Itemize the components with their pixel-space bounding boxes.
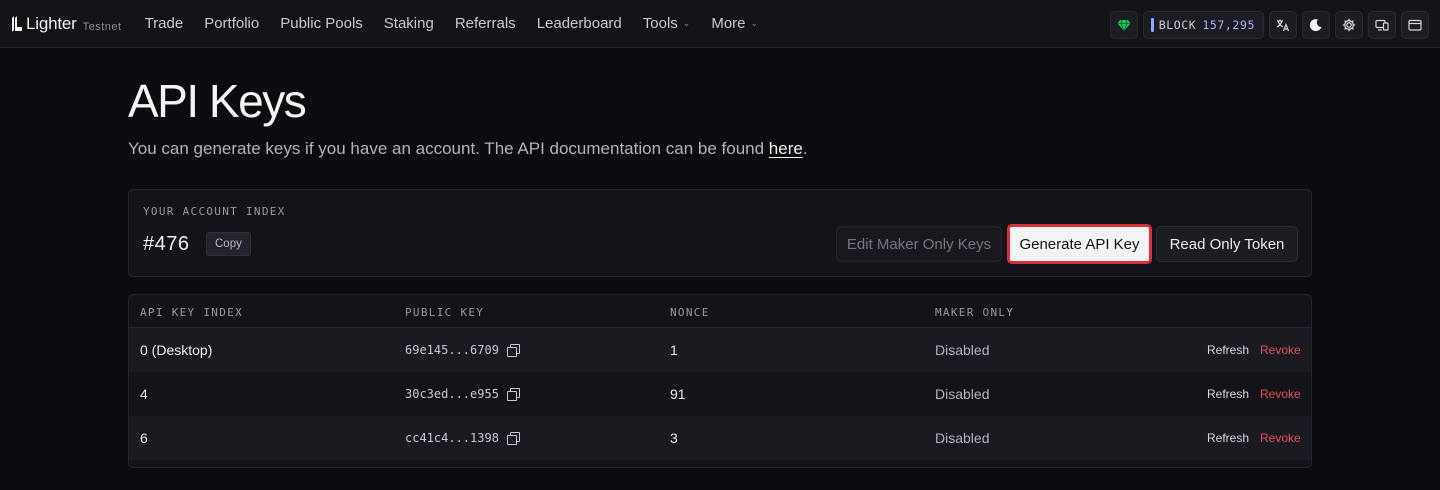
page-title: API Keys <box>128 75 307 127</box>
api-docs-link[interactable]: here <box>769 139 803 158</box>
public-key-text: 69e145...6709 <box>405 343 499 357</box>
revoke-button[interactable]: Revoke <box>1260 431 1301 445</box>
devices-button[interactable] <box>1368 11 1396 39</box>
maker-only-status: Disabled <box>935 342 990 358</box>
nav-label: Leaderboard <box>536 15 622 32</box>
key-index: 0 (Desktop) <box>140 342 213 358</box>
nav-more-dropdown[interactable]: More ⌄ <box>711 15 758 32</box>
env-badge: Testnet <box>82 20 122 33</box>
chevron-down-icon: ⌄ <box>682 18 691 28</box>
nav-label: Staking <box>383 15 434 32</box>
block-indicator: BLOCK 157,295 <box>1142 11 1264 39</box>
nonce: 3 <box>670 430 678 446</box>
nav-label: Tools <box>642 15 678 32</box>
copy-icon[interactable] <box>506 344 520 357</box>
copy-icon[interactable] <box>506 388 520 401</box>
lighter-logo-icon <box>12 15 22 32</box>
revoke-button[interactable]: Revoke <box>1260 343 1301 357</box>
wallet-button[interactable] <box>1401 11 1429 39</box>
gem-button[interactable] <box>1109 11 1138 39</box>
public-key: 30c3ed...e955 <box>405 387 520 401</box>
nav-tools-dropdown[interactable]: Tools ⌄ <box>643 15 691 32</box>
copy-account-button[interactable]: Copy <box>206 232 251 256</box>
public-key-text: 30c3ed...e955 <box>405 387 499 401</box>
key-index: 6 <box>140 430 148 446</box>
nonce: 1 <box>670 342 678 358</box>
table-row: 0 (Desktop) 69e145...6709 1 Disabled Ref… <box>129 328 1311 372</box>
nav-referrals[interactable]: Referrals <box>455 15 516 32</box>
col-maker-only: MAKER ONLY <box>935 306 1015 319</box>
refresh-button[interactable]: Refresh <box>1207 431 1249 445</box>
nav-portfolio[interactable]: Portfolio <box>204 15 259 32</box>
nonce: 91 <box>670 386 686 402</box>
settings-button[interactable] <box>1335 11 1363 39</box>
moon-icon <box>1309 19 1322 32</box>
read-only-token-button[interactable]: Read Only Token <box>1156 226 1298 262</box>
col-nonce: NONCE <box>670 306 710 319</box>
gem-icon <box>1117 19 1131 32</box>
block-bar <box>1150 18 1154 32</box>
block-number: 157,295 <box>1202 18 1255 32</box>
account-index-value: #476 <box>143 233 190 255</box>
refresh-button[interactable]: Refresh <box>1207 343 1249 357</box>
nav-label: Trade <box>144 15 184 32</box>
block-label: BLOCK <box>1158 18 1197 32</box>
account-index-label: YOUR ACCOUNT INDEX <box>143 205 286 218</box>
key-index: 4 <box>140 386 148 402</box>
translate-icon <box>1276 19 1290 32</box>
maker-only-status: Disabled <box>935 430 990 446</box>
maker-only-status: Disabled <box>935 386 990 402</box>
devices-icon <box>1375 19 1389 31</box>
subtitle-text: You can generate keys if you have an acc… <box>128 139 769 158</box>
nav-label: Public Pools <box>280 15 363 32</box>
nav-public-pools[interactable]: Public Pools <box>280 15 363 32</box>
nav-trade[interactable]: Trade <box>145 15 184 32</box>
table-row: 4 30c3ed...e955 91 Disabled Refresh Revo… <box>129 372 1311 416</box>
public-key: cc41c4...1398 <box>405 431 520 445</box>
theme-toggle-button[interactable] <box>1302 11 1330 39</box>
public-key-text: cc41c4...1398 <box>405 431 499 445</box>
main-menu: Trade Portfolio Public Pools Staking Ref… <box>145 15 780 32</box>
subtitle-suffix: . <box>802 139 808 158</box>
logo[interactable]: Lighter Testnet <box>11 14 122 34</box>
account-card: YOUR ACCOUNT INDEX #476 Copy Edit Maker … <box>128 189 1312 277</box>
api-keys-table: API KEY INDEX PUBLIC KEY NONCE MAKER ONL… <box>128 294 1312 468</box>
nav-label: More <box>711 15 746 32</box>
nav-staking[interactable]: Staking <box>384 15 434 32</box>
top-nav: Lighter Testnet Trade Portfolio Public P… <box>0 0 1440 48</box>
wallet-icon <box>1408 19 1422 31</box>
col-public-key: PUBLIC KEY <box>405 306 485 319</box>
col-api-key-index: API KEY INDEX <box>140 306 243 319</box>
nav-actions: BLOCK 157,295 <box>1109 11 1429 39</box>
page-subtitle: You can generate keys if you have an acc… <box>128 139 808 159</box>
refresh-button[interactable]: Refresh <box>1207 387 1249 401</box>
brand-name: Lighter <box>26 13 77 33</box>
chevron-down-icon: ⌄ <box>750 18 759 28</box>
nav-label: Referrals <box>454 15 516 32</box>
nav-label: Portfolio <box>204 15 260 32</box>
revoke-button[interactable]: Revoke <box>1260 387 1301 401</box>
table-header: API KEY INDEX PUBLIC KEY NONCE MAKER ONL… <box>129 295 1311 328</box>
language-button[interactable] <box>1269 11 1297 39</box>
generate-api-key-button[interactable]: Generate API Key <box>1007 224 1152 264</box>
table-row: 6 cc41c4...1398 3 Disabled Refresh Revok… <box>129 416 1311 460</box>
settings-icon <box>1342 18 1356 32</box>
nav-leaderboard[interactable]: Leaderboard <box>537 15 622 32</box>
edit-maker-only-keys-button[interactable]: Edit Maker Only Keys <box>836 226 1002 262</box>
copy-icon[interactable] <box>506 432 520 445</box>
public-key: 69e145...6709 <box>405 343 520 357</box>
